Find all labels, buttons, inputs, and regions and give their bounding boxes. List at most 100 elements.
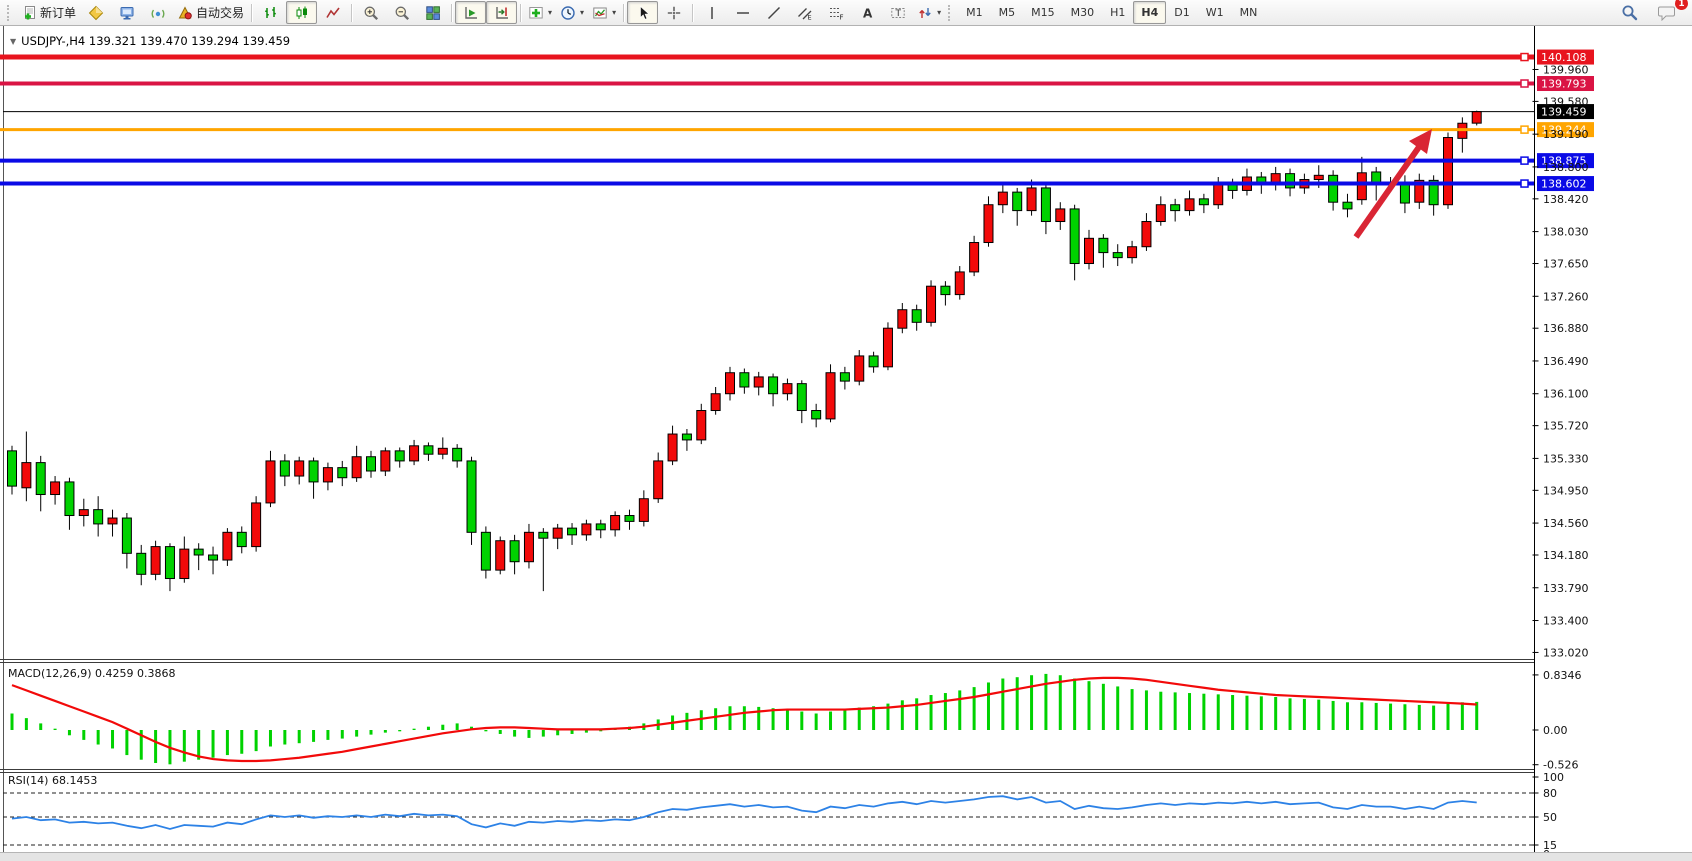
trendline-icon: [766, 5, 782, 21]
chart-canvas[interactable]: MACD(12,26,9) 0.4259 0.38680.83460.00-0.…: [0, 25, 1692, 861]
dropdown-caret-icon: ▾: [548, 8, 552, 17]
dropdown-caret-icon: ▾: [580, 8, 584, 17]
text-button[interactable]: A: [851, 1, 882, 24]
svg-text:F: F: [839, 13, 843, 21]
timeframe-button-d1[interactable]: D1: [1166, 1, 1197, 24]
zoom-in-button[interactable]: [355, 1, 386, 24]
svg-text:100: 100: [1543, 771, 1564, 784]
line-chart-button[interactable]: [317, 1, 348, 24]
tile-windows-button[interactable]: [417, 1, 448, 24]
text-label-button[interactable]: T: [882, 1, 913, 24]
svg-text:0.8346: 0.8346: [1543, 669, 1582, 682]
timeframe-toolbar: M1M5M15M30H1H4D1W1MN: [958, 1, 1265, 24]
search-button[interactable]: [1614, 1, 1645, 24]
auto-scroll-button[interactable]: [455, 1, 486, 24]
notifications-button[interactable]: 1: [1651, 1, 1682, 24]
svg-text:0.00: 0.00: [1543, 724, 1568, 737]
svg-text:134.560: 134.560: [1543, 517, 1589, 530]
autotrading-button-label: 自动交易: [196, 4, 244, 21]
trendline-button[interactable]: [758, 1, 789, 24]
fibonacci-button[interactable]: F: [820, 1, 851, 24]
signals-icon: [150, 5, 166, 21]
timeframe-button-m5[interactable]: M5: [991, 1, 1024, 24]
indicators-icon: [528, 5, 544, 21]
dropdown-caret-icon: ▾: [937, 8, 941, 17]
experts-icon: [119, 5, 135, 21]
toolbar-grip: [948, 5, 955, 21]
timeframe-button-w1[interactable]: W1: [1198, 1, 1232, 24]
timeframe-button-h4[interactable]: H4: [1133, 1, 1166, 24]
svg-text:133.020: 133.020: [1543, 646, 1589, 659]
timeframe-button-mn[interactable]: MN: [1232, 1, 1266, 24]
toolbar-separator: [351, 4, 352, 22]
periods-icon: [560, 5, 576, 21]
main-toolbar: 新订单 自动交易 ▾ ▾ ▾ E F A T ▾ M1M5M15M30H1H4D1W1MN 1: [0, 0, 1692, 26]
chart-title-bar: ▼ USDJPY-,H4 139.321 139.470 139.294 139…: [10, 34, 290, 48]
window-bottom-edge: [0, 852, 1692, 861]
svg-text:134.950: 134.950: [1543, 484, 1589, 497]
zoom-in-icon: [363, 5, 379, 21]
experts-button[interactable]: [111, 1, 142, 24]
toolbar-grip: [7, 5, 14, 21]
equidistant-channel-button[interactable]: E: [789, 1, 820, 24]
auto-scroll-icon: [463, 5, 479, 21]
chart-shift-button[interactable]: [486, 1, 517, 24]
horizontal-line-button[interactable]: [727, 1, 758, 24]
chart-shift-icon: [494, 5, 510, 21]
timeframe-button-m15[interactable]: M15: [1023, 1, 1063, 24]
rsi-label: RSI(14) 68.1453: [8, 774, 97, 787]
line-chart-icon: [325, 5, 341, 21]
new-order-button-label: 新订单: [40, 4, 76, 21]
timeframe-button-m1[interactable]: M1: [958, 1, 991, 24]
autotrading-icon: [177, 5, 193, 21]
indicators-button[interactable]: ▾: [524, 1, 556, 24]
hline-marker-139.793: [1521, 80, 1528, 87]
svg-text:136.880: 136.880: [1543, 322, 1589, 335]
text-icon: A: [859, 5, 875, 21]
chart-window[interactable]: MACD(12,26,9) 0.4259 0.38680.83460.00-0.…: [0, 25, 1692, 861]
cursor-icon: [635, 5, 651, 21]
periods-button[interactable]: ▾: [556, 1, 588, 24]
autotrading-button[interactable]: 自动交易: [173, 1, 248, 24]
svg-text:133.790: 133.790: [1543, 582, 1589, 595]
crosshair-button[interactable]: [658, 1, 689, 24]
svg-text:139.190: 139.190: [1543, 128, 1589, 141]
templates-icon: [592, 5, 608, 21]
templates-button[interactable]: ▾: [588, 1, 620, 24]
hline-marker-140.108: [1521, 54, 1528, 61]
chart-title: USDJPY-,H4 139.321 139.470 139.294 139.4…: [21, 34, 290, 48]
toolbar-separator: [520, 4, 521, 22]
vertical-line-button[interactable]: [696, 1, 727, 24]
metaeditor-icon: [88, 5, 104, 21]
vertical-line-icon: [704, 5, 720, 21]
svg-text:138.602: 138.602: [1541, 178, 1587, 191]
timeframe-button-h1[interactable]: H1: [1102, 1, 1133, 24]
timeframe-button-m30[interactable]: M30: [1063, 1, 1103, 24]
zoom-out-button[interactable]: [386, 1, 417, 24]
toolbar-right: 1: [1614, 1, 1688, 24]
new-order-icon: [21, 5, 37, 21]
svg-text:138.800: 138.800: [1543, 161, 1589, 174]
chat-bubble-icon: [1658, 5, 1676, 21]
signals-button[interactable]: [142, 1, 173, 24]
svg-text:E: E: [807, 13, 811, 21]
collapse-chart-icon[interactable]: ▼: [10, 37, 16, 46]
svg-text:137.650: 137.650: [1543, 258, 1589, 271]
svg-text:138.030: 138.030: [1543, 226, 1589, 239]
svg-text:80: 80: [1543, 787, 1557, 800]
new-order-button[interactable]: 新订单: [17, 1, 80, 24]
notification-badge: 1: [1675, 0, 1688, 10]
cursor-button[interactable]: [627, 1, 658, 24]
crosshair-icon: [666, 5, 682, 21]
arrows-button[interactable]: ▾: [913, 1, 945, 24]
chart-background: [0, 25, 1692, 861]
metaeditor-button[interactable]: [80, 1, 111, 24]
svg-text:136.490: 136.490: [1543, 355, 1589, 368]
svg-text:135.330: 135.330: [1543, 452, 1589, 465]
toolbar-separator: [623, 4, 624, 22]
svg-text:A: A: [863, 6, 873, 20]
svg-text:133.400: 133.400: [1543, 615, 1589, 628]
svg-text:T: T: [894, 9, 901, 19]
bar-chart-button[interactable]: [255, 1, 286, 24]
candlestick-button[interactable]: [286, 1, 317, 24]
